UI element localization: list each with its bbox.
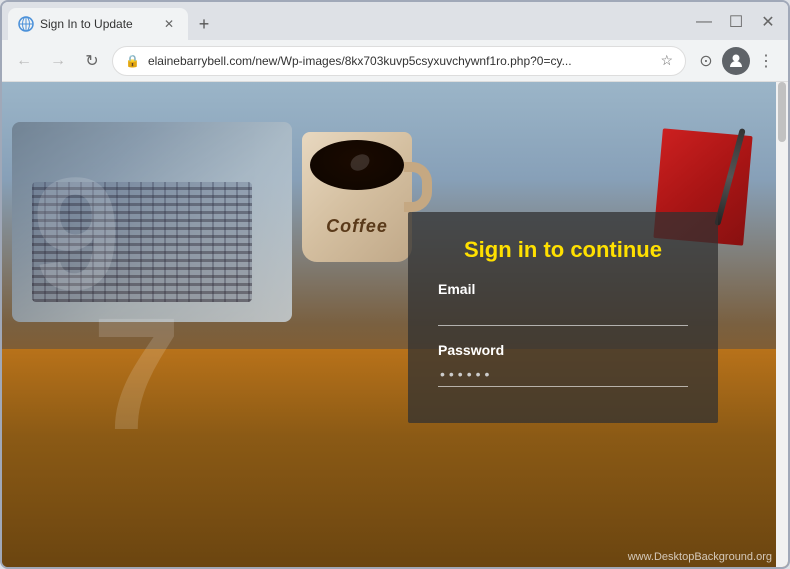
new-tab-button[interactable]: + [190,10,218,38]
email-input[interactable] [438,301,688,326]
mug-coffee-shine [348,151,373,174]
mug-body: Coffee [302,132,412,262]
tab-favicon-icon [18,16,34,32]
signin-panel: Sign in to continue Email Password •••••… [408,212,718,423]
bottom-watermark: www.DesktopBackground.org [628,551,772,563]
forward-button[interactable]: → [44,47,72,75]
mug-text: Coffee [302,216,412,237]
tab-close-button[interactable]: ✕ [160,15,178,33]
bookmark-icon[interactable]: ☆ [660,52,673,69]
address-bar[interactable]: 🔒 elainebarrybell.com/new/Wp-images/8kx7… [112,46,686,76]
back-button[interactable]: ← [10,47,38,75]
password-dots: •••••• [438,362,688,387]
scrollbar-thumb[interactable] [778,82,786,142]
download-button[interactable]: ⊙ [692,47,720,75]
nav-right-buttons: ⊙ ⋮ [692,47,780,75]
keyboard-keys [32,182,252,302]
coffee-mug: Coffee [292,112,422,272]
scrollbar[interactable] [776,82,788,567]
page-content: 9 7 Coffee Sign in to continue Email Pas… [2,82,788,567]
maximize-button[interactable]: ☐ [722,8,750,36]
browser-window: Sign In to Update ✕ + — ☐ ✕ ← → ↻ 🔒 elai… [0,0,790,569]
email-label: Email [438,281,688,297]
profile-button[interactable] [722,47,750,75]
signin-title: Sign in to continue [438,237,688,263]
menu-button[interactable]: ⋮ [752,47,780,75]
address-text: elainebarrybell.com/new/Wp-images/8kx703… [148,54,652,68]
laptop-keyboard [12,122,292,322]
password-label: Password [438,342,688,358]
tab-title: Sign In to Update [40,17,154,31]
tab-bar: Sign In to Update ✕ + — ☐ ✕ [2,2,788,40]
lock-icon: 🔒 [125,54,140,68]
nav-bar: ← → ↻ 🔒 elainebarrybell.com/new/Wp-image… [2,40,788,82]
minimize-button[interactable]: — [690,8,718,36]
close-button[interactable]: ✕ [754,8,782,36]
refresh-button[interactable]: ↻ [78,47,106,75]
mug-coffee [310,140,404,190]
active-tab[interactable]: Sign In to Update ✕ [8,8,188,40]
